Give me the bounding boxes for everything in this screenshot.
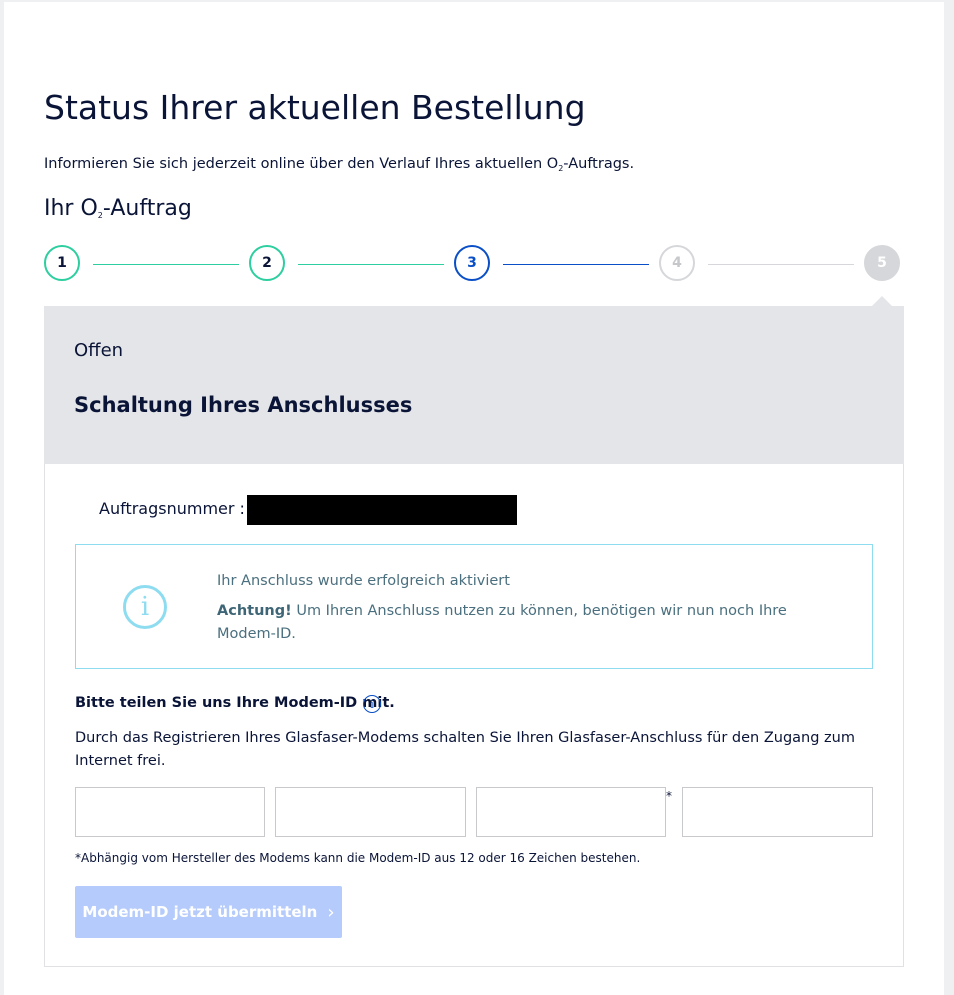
step-connector: [93, 264, 239, 265]
order-heading: Ihr O2-Auftrag: [44, 196, 192, 221]
submit-modem-id-button[interactable]: Modem-ID jetzt übermitteln ›: [75, 886, 342, 938]
status-card-header: Offen Schaltung Ihres Anschlusses: [44, 306, 904, 464]
order-status-page: Status Ihrer aktuellen Bestellung Inform…: [4, 2, 944, 995]
modem-id-field-2[interactable]: [275, 787, 466, 837]
status-title: Schaltung Ihres Anschlusses: [74, 393, 413, 417]
activation-message: Ihr Anschluss wurde erfolgreich aktivier…: [217, 573, 510, 589]
submit-button-label: Modem-ID jetzt übermitteln: [82, 903, 318, 921]
order-number-label: Auftragsnummer :: [99, 499, 245, 518]
step-1: 1: [44, 245, 80, 281]
modem-id-notice: Achtung! Um Ihren Anschluss nutzen zu kö…: [217, 603, 787, 642]
modem-id-heading: Bitte teilen Sie uns Ihre Modem-ID mit.: [75, 695, 395, 711]
help-info-icon[interactable]: i: [363, 695, 381, 713]
step-5[interactable]: 5: [864, 245, 900, 281]
step-connector: [708, 264, 854, 265]
status-label: Offen: [74, 340, 124, 361]
modem-id-field-3[interactable]: [476, 787, 666, 837]
step-3: 3: [454, 245, 490, 281]
order-number-redacted: [247, 495, 517, 525]
step-connector: [503, 264, 649, 265]
modem-id-footnote: *Abhängig vom Hersteller des Modems kann…: [75, 851, 641, 865]
step-connector: [298, 264, 444, 265]
optional-field-asterisk: *: [666, 789, 672, 803]
page-title: Status Ihrer aktuellen Bestellung: [44, 88, 586, 127]
status-card-body: Auftragsnummer : i Ihr Anschluss wurde e…: [44, 464, 904, 967]
info-icon: i: [123, 585, 167, 629]
modem-id-field-4[interactable]: [682, 787, 873, 837]
activation-info-box: i Ihr Anschluss wurde erfolgreich aktivi…: [75, 544, 873, 669]
intro-text: Informieren Sie sich jederzeit online üb…: [44, 156, 635, 173]
modem-id-description: Durch das Registrieren Ihres Glasfaser-M…: [75, 730, 855, 769]
modem-id-field-1[interactable]: [75, 787, 265, 837]
chevron-right-icon: ›: [327, 901, 335, 923]
step-4: 4: [659, 245, 695, 281]
step-2: 2: [249, 245, 285, 281]
